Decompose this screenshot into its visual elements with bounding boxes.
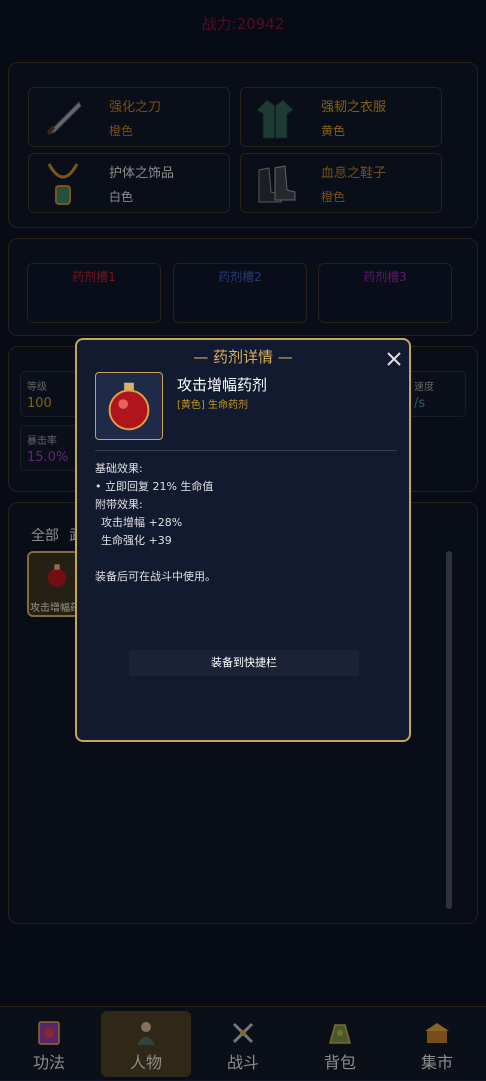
extra-effect-header: 附带效果: <box>95 498 143 511</box>
modal-divider <box>95 450 397 451</box>
potion-tag: [黄色] 生命药剂 <box>177 400 248 411</box>
red-potion-icon <box>108 382 150 431</box>
potion-name: 攻击增幅药剂 <box>177 376 268 394</box>
potion-icon-frame <box>95 372 163 440</box>
extra-effect: 生命强化 +39 <box>101 534 172 547</box>
close-icon <box>387 352 401 366</box>
close-button[interactable] <box>383 348 405 370</box>
potion-detail-modal: — 药剂详情 — 攻击增幅药剂 [黄色] 生命药剂 基础效果: • 立即回复 2… <box>75 338 411 742</box>
base-effect-header: 基础效果: <box>95 462 143 475</box>
modal-title: — 药剂详情 — <box>193 348 293 366</box>
extra-effect: 攻击增幅 +28% <box>101 516 183 529</box>
base-effect: • 立即回复 21% 生命值 <box>95 480 214 493</box>
equip-to-quickbar-button[interactable]: 装备到快捷栏 <box>129 650 359 676</box>
usage-note: 装备后可在战斗中使用。 <box>95 570 216 583</box>
